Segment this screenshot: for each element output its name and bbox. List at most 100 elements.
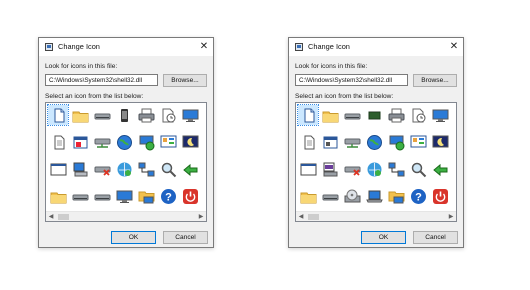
- browse-button[interactable]: Browse...: [413, 74, 457, 87]
- help-icon[interactable]: ?: [158, 186, 178, 206]
- control-panel-icon[interactable]: [158, 132, 178, 152]
- chip-icon: [368, 110, 380, 120]
- network-computer-icon: [139, 135, 154, 150]
- folder-icon[interactable]: [48, 186, 68, 206]
- partial-icon-icon: [203, 188, 208, 205]
- partial-icon-icon[interactable]: [451, 105, 456, 125]
- window-icon[interactable]: [298, 159, 318, 179]
- chip-icon[interactable]: [364, 105, 384, 125]
- network-icon[interactable]: [136, 159, 156, 179]
- ok-button[interactable]: OK: [111, 231, 156, 244]
- printer-icon: [388, 108, 404, 122]
- close-button[interactable]: ✕: [448, 40, 460, 53]
- printer-icon[interactable]: [386, 105, 406, 125]
- folder-icon: [50, 192, 66, 203]
- magnifier-icon: [161, 162, 176, 177]
- recycle-arrow-icon[interactable]: [180, 159, 200, 179]
- control-panel-icon: [410, 135, 426, 147]
- drive-icon[interactable]: [92, 105, 112, 125]
- blank-document-icon[interactable]: [47, 104, 69, 126]
- calendar-window-icon[interactable]: [70, 132, 90, 152]
- network-folder-icon[interactable]: [386, 186, 406, 206]
- clock-document-icon[interactable]: [158, 105, 178, 125]
- folder-icon[interactable]: [70, 105, 90, 125]
- window-icon[interactable]: [48, 159, 68, 179]
- icon-list[interactable]: ? ◀ ▶: [45, 102, 207, 222]
- globe-icon: [366, 134, 382, 150]
- scroll-right-arrow-icon[interactable]: ▶: [196, 212, 206, 221]
- globe-icon[interactable]: [114, 132, 134, 152]
- monitor-icon[interactable]: [180, 105, 200, 125]
- card-window-icon[interactable]: [320, 132, 340, 152]
- drive-icon[interactable]: [92, 186, 112, 206]
- folder-icon[interactable]: [320, 105, 340, 125]
- scroll-thumb[interactable]: [308, 214, 319, 220]
- ok-button[interactable]: OK: [361, 231, 406, 244]
- network-drive-icon[interactable]: [342, 132, 362, 152]
- scroll-left-arrow-icon[interactable]: ◀: [296, 212, 306, 221]
- cancel-button[interactable]: Cancel: [163, 231, 208, 244]
- file-path-input[interactable]: [295, 74, 408, 86]
- document-icon[interactable]: [48, 132, 68, 152]
- clock-document-icon[interactable]: [408, 105, 428, 125]
- printer-icon[interactable]: [136, 105, 156, 125]
- network-globe-icon[interactable]: [114, 159, 134, 179]
- drive-icon[interactable]: [70, 186, 90, 206]
- look-for-icons-label: Look for icons in this file:: [295, 63, 368, 70]
- magnifier-icon[interactable]: [158, 159, 178, 179]
- title-bar: Change Icon ✕: [39, 38, 213, 56]
- computer-icon[interactable]: [70, 159, 90, 179]
- network-computer-icon[interactable]: [136, 132, 156, 152]
- moon-icon[interactable]: [180, 132, 200, 152]
- recycle-arrow-icon[interactable]: [430, 159, 450, 179]
- moon-icon[interactable]: [430, 132, 450, 152]
- folder-icon[interactable]: [298, 186, 318, 206]
- drive-stack-icon: [323, 162, 337, 176]
- partial-icon-icon: [203, 107, 208, 124]
- removed-drive-icon[interactable]: [92, 159, 112, 179]
- cancel-button[interactable]: Cancel: [413, 231, 458, 244]
- magnifier-icon[interactable]: [408, 159, 428, 179]
- partial-icon-icon[interactable]: [201, 159, 206, 179]
- monitor-icon[interactable]: [114, 186, 134, 206]
- phone-icon[interactable]: [114, 105, 134, 125]
- partial-icon-icon[interactable]: [201, 186, 208, 206]
- drive-icon: [322, 194, 338, 200]
- drive-icon[interactable]: [320, 186, 340, 206]
- browse-button[interactable]: Browse...: [163, 74, 207, 87]
- power-icon[interactable]: [180, 186, 200, 206]
- close-button[interactable]: ✕: [198, 40, 210, 53]
- change-icon-dialog-right: Change Icon ✕ Look for icons in this fil…: [288, 37, 464, 248]
- partial-icon-icon[interactable]: [451, 159, 456, 179]
- drive-stack-icon[interactable]: [320, 159, 340, 179]
- horizontal-scrollbar[interactable]: ◀ ▶: [296, 211, 456, 221]
- network-globe-icon[interactable]: [364, 159, 384, 179]
- moon-icon: [432, 135, 448, 147]
- monitor-icon[interactable]: [430, 105, 450, 125]
- cd-drive-icon[interactable]: [342, 186, 362, 206]
- blank-document-icon[interactable]: [297, 104, 319, 126]
- network-computer-icon[interactable]: [386, 132, 406, 152]
- document-icon[interactable]: [298, 132, 318, 152]
- removed-drive-icon[interactable]: [342, 159, 362, 179]
- scroll-left-arrow-icon[interactable]: ◀: [46, 212, 56, 221]
- network-icon[interactable]: [386, 159, 406, 179]
- network-drive-icon[interactable]: [92, 132, 112, 152]
- horizontal-scrollbar[interactable]: ◀ ▶: [46, 211, 206, 221]
- clock-document-icon: [412, 108, 425, 122]
- globe-icon[interactable]: [364, 132, 384, 152]
- power-icon[interactable]: [430, 186, 450, 206]
- control-panel-icon[interactable]: [408, 132, 428, 152]
- scroll-right-arrow-icon[interactable]: ▶: [446, 212, 456, 221]
- drive-icon[interactable]: [342, 105, 362, 125]
- icon-list[interactable]: ? ◀ ▶: [295, 102, 457, 222]
- laptop-icon[interactable]: [364, 186, 384, 206]
- partial-icon-icon[interactable]: [451, 132, 456, 152]
- partial-icon-icon[interactable]: [201, 105, 208, 125]
- scroll-thumb[interactable]: [58, 214, 69, 220]
- help-icon[interactable]: ?: [408, 186, 428, 206]
- network-folder-icon[interactable]: [136, 186, 156, 206]
- partial-icon-icon[interactable]: [201, 132, 206, 152]
- partial-icon-icon[interactable]: [451, 186, 456, 206]
- file-path-input[interactable]: [45, 74, 158, 86]
